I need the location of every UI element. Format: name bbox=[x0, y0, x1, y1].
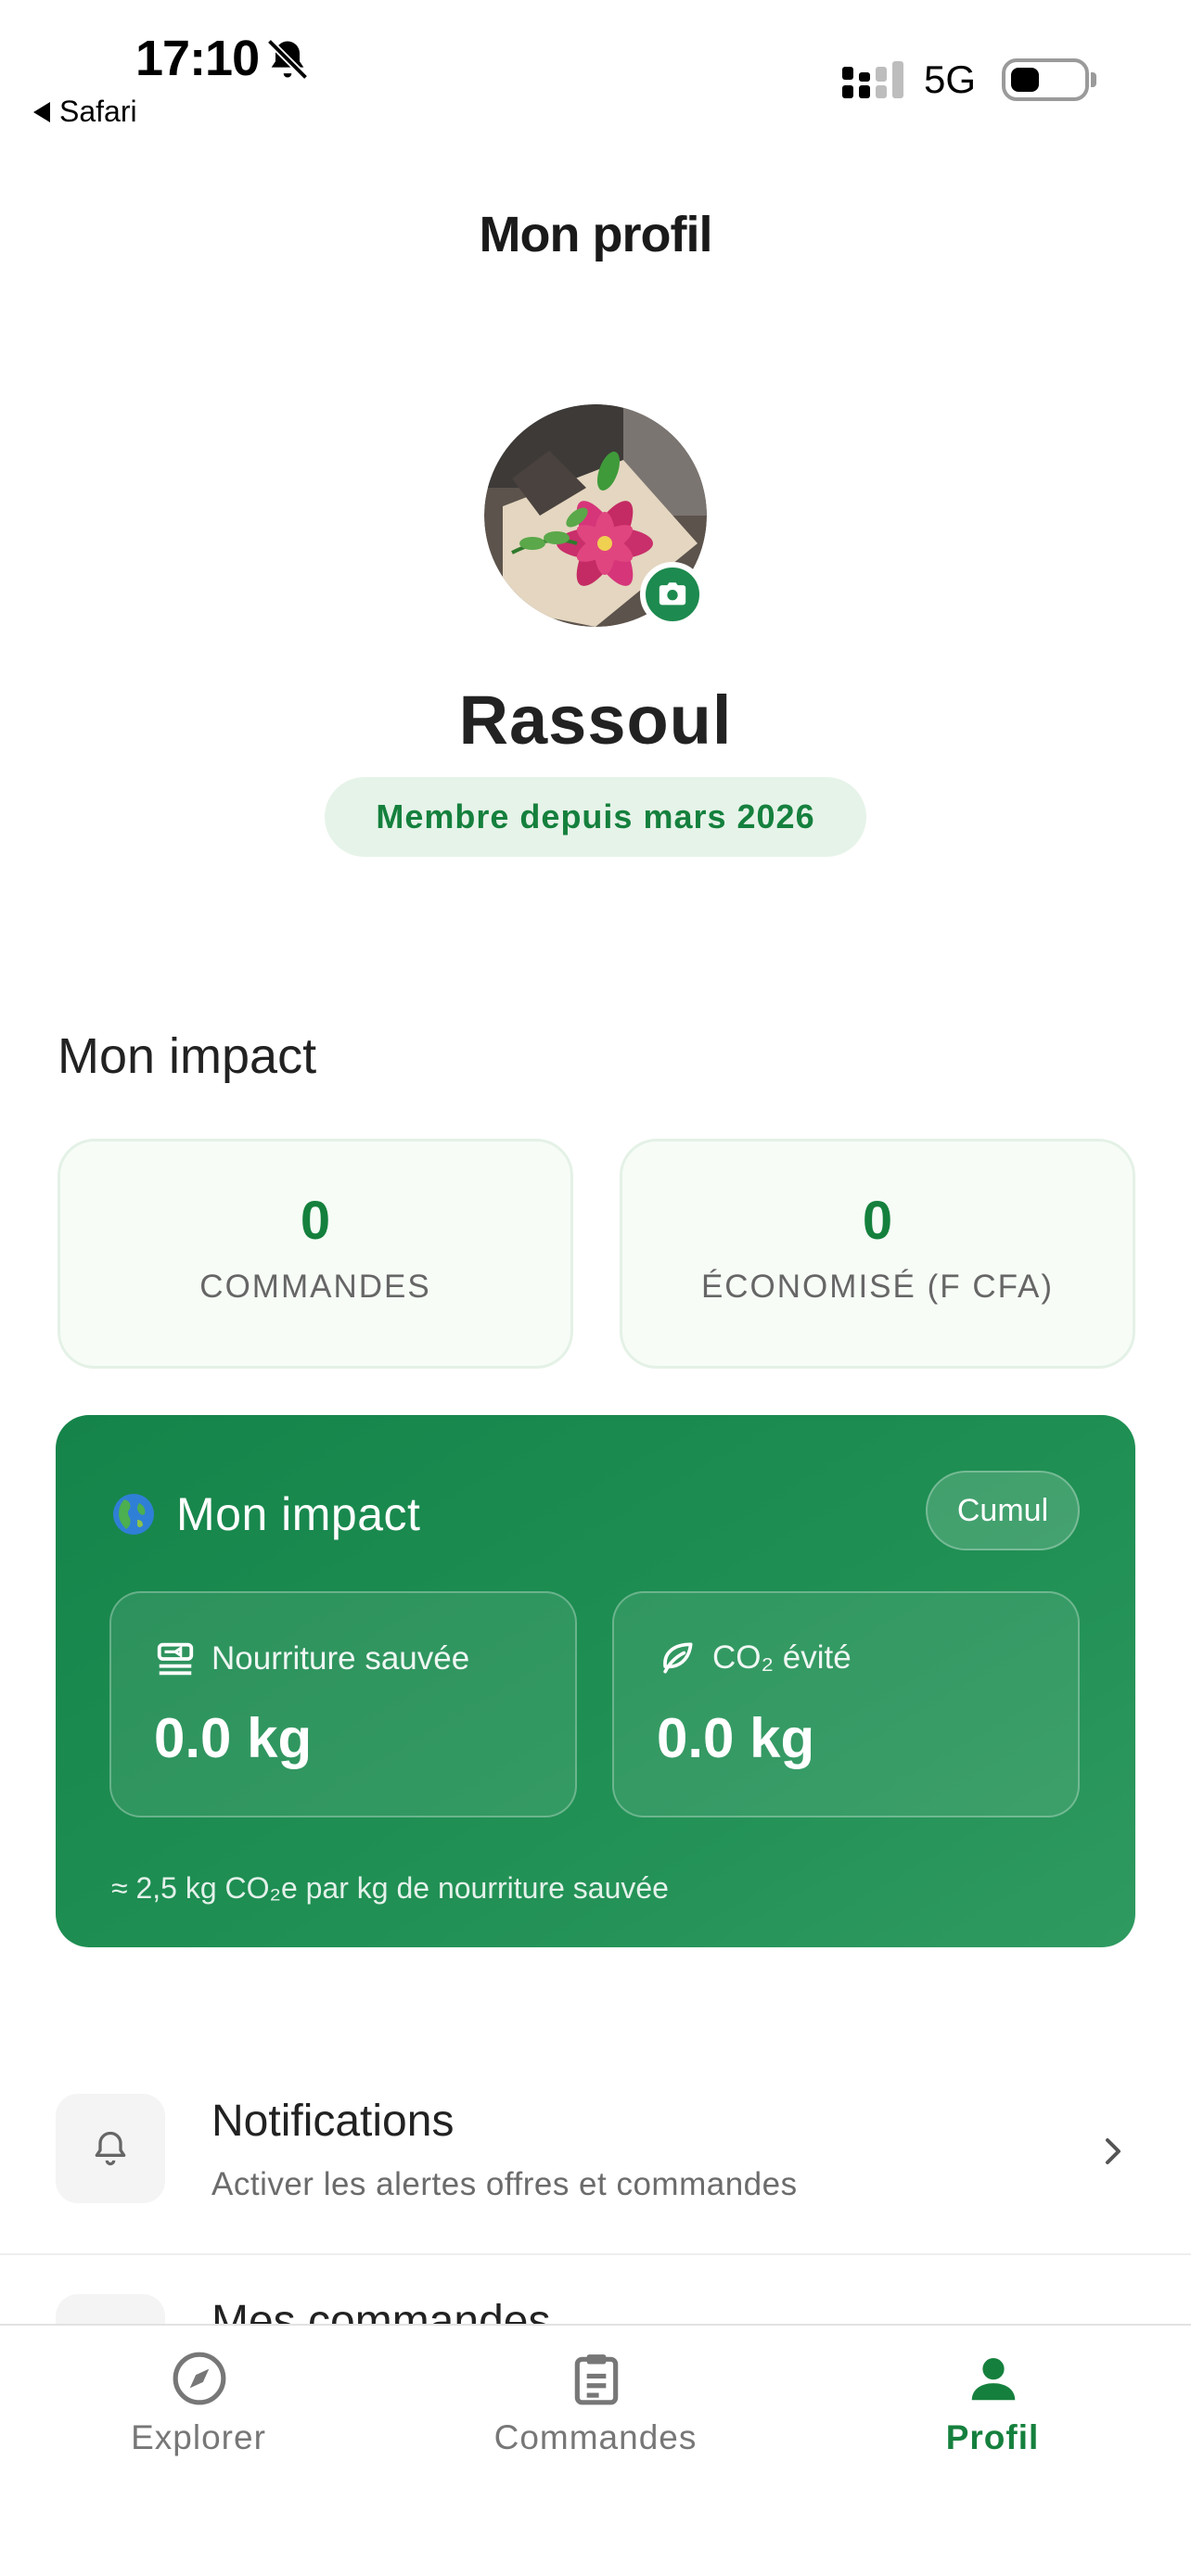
leaf-icon bbox=[663, 1642, 693, 1674]
stat-orders-value: 0 bbox=[300, 1191, 331, 1251]
menu-subtitle: Activer les alertes offres et commandes bbox=[211, 2166, 798, 2202]
clipboard-icon bbox=[574, 2354, 619, 2405]
back-triangle-icon bbox=[33, 101, 50, 122]
tab-commandes[interactable]: Commandes bbox=[397, 2326, 794, 2511]
stat-savings-value: 0 bbox=[862, 1191, 893, 1251]
tab-explorer[interactable]: Explorer bbox=[0, 2326, 397, 2511]
stat-card-savings: 0 ÉCONOMISÉ (F CFA) bbox=[620, 1139, 1135, 1369]
impact-section-title: Mon impact bbox=[58, 1028, 317, 1084]
menu-icon-box bbox=[56, 2094, 165, 2203]
co2-avoided-tile: CO₂ évité 0.0 kg bbox=[612, 1591, 1080, 1817]
tab-label: Commandes bbox=[493, 2418, 698, 2456]
tab-profil[interactable]: Profil bbox=[794, 2326, 1191, 2511]
impact-card-header: Mon impact bbox=[111, 1487, 420, 1541]
bell-off-icon bbox=[266, 38, 309, 81]
signal-icon bbox=[842, 61, 903, 98]
change-photo-button[interactable] bbox=[640, 562, 705, 627]
profile-screen: 17:10 Safari 5G Mon profil Rassoul Membr… bbox=[0, 0, 1191, 2576]
person-icon bbox=[971, 2358, 1016, 2401]
menu-item-notifications[interactable]: Notifications Activer les alertes offres… bbox=[0, 2055, 1191, 2255]
network-type: 5G bbox=[924, 57, 977, 101]
tab-label: Profil bbox=[945, 2418, 1040, 2456]
page-title: Mon profil bbox=[479, 207, 713, 262]
co2-avoided-label: CO₂ évité bbox=[712, 1639, 852, 1676]
impact-note: ≈ 2,5 kg CO₂e par kg de nourriture sauvé… bbox=[111, 1871, 669, 1905]
globe-icon bbox=[113, 1494, 154, 1535]
tab-bar: Explorer Commandes Profil bbox=[0, 2324, 1191, 2576]
user-name: Rassoul bbox=[458, 682, 733, 759]
camera-icon bbox=[659, 582, 686, 606]
status-time: 17:10 bbox=[135, 31, 260, 86]
food-saved-tile: Nourriture sauvée 0.0 kg bbox=[109, 1591, 577, 1817]
chevron-right-icon bbox=[1106, 2138, 1121, 2164]
tab-label: Explorer bbox=[131, 2418, 266, 2456]
impact-card: Mon impact Cumul Nourriture sauvée 0.0 k… bbox=[56, 1415, 1135, 1947]
bell-icon bbox=[95, 2131, 126, 2166]
battery-icon bbox=[1002, 58, 1089, 101]
food-box-icon bbox=[157, 1642, 194, 1676]
impact-card-title: Mon impact bbox=[176, 1488, 421, 1540]
stat-orders-label: COMMANDES bbox=[199, 1269, 431, 1305]
back-label: Safari bbox=[59, 95, 137, 128]
menu-title: Notifications bbox=[211, 2097, 455, 2146]
co2-avoided-value: 0.0 kg bbox=[657, 1707, 815, 1769]
back-to-safari[interactable]: Safari bbox=[33, 95, 137, 129]
stat-card-orders: 0 COMMANDES bbox=[58, 1139, 573, 1369]
battery-cap bbox=[1091, 72, 1096, 87]
food-saved-value: 0.0 kg bbox=[154, 1707, 313, 1769]
food-saved-label: Nourriture sauvée bbox=[211, 1640, 470, 1677]
cumul-toggle[interactable]: Cumul bbox=[926, 1471, 1080, 1550]
stat-savings-label: ÉCONOMISÉ (F CFA) bbox=[700, 1269, 1055, 1305]
compass-icon bbox=[173, 2352, 226, 2405]
member-since-badge: Membre depuis mars 2026 bbox=[325, 777, 866, 857]
